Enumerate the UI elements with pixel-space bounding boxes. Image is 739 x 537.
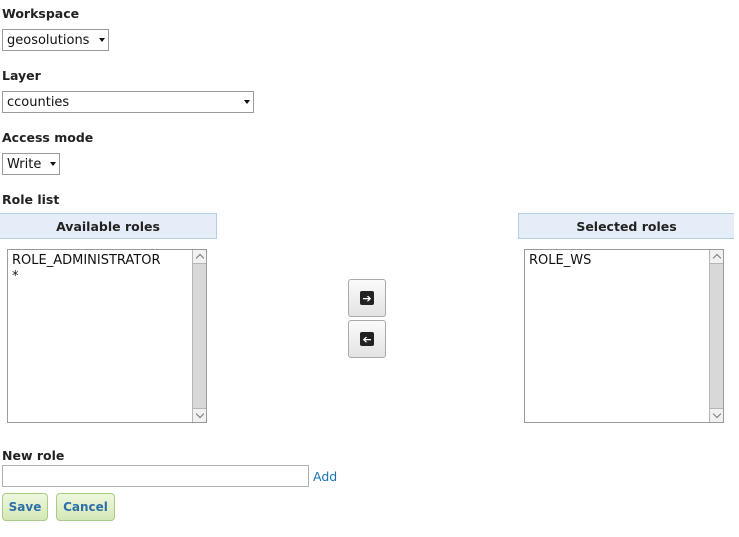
list-item[interactable]: * [12, 269, 161, 285]
arrow-left-icon: ➔ [360, 332, 374, 346]
add-selected-role-button[interactable]: ➔ [348, 279, 386, 317]
new-role-input[interactable] [2, 465, 309, 487]
selected-roles-items: ROLE_WS [529, 253, 591, 269]
access-mode-select-value: Write [7, 156, 42, 172]
chevron-up-icon [195, 253, 204, 263]
workspace-select-value: geosolutions [7, 32, 90, 48]
selected-roles-header: Selected roles [518, 213, 734, 239]
chevron-down-icon [99, 38, 105, 42]
available-roles-list[interactable]: ROLE_ADMINISTRATOR * [7, 249, 207, 423]
available-roles-items: ROLE_ADMINISTRATOR * [12, 253, 161, 285]
scroll-down-button[interactable] [710, 408, 723, 422]
layer-select-value: ccounties [7, 94, 70, 110]
selected-roles-list[interactable]: ROLE_WS [524, 249, 724, 423]
new-role-label: New role [2, 448, 65, 463]
list-item[interactable]: ROLE_WS [529, 253, 591, 269]
scroll-up-button[interactable] [710, 250, 723, 264]
chevron-down-icon [244, 100, 250, 104]
available-roles-header: Available roles [0, 213, 217, 239]
chevron-down-icon [50, 162, 56, 166]
access-mode-select[interactable]: Write [2, 153, 60, 175]
workspace-select[interactable]: geosolutions [2, 29, 109, 51]
remove-selected-role-button[interactable]: ➔ [348, 320, 386, 358]
chevron-down-icon [195, 409, 204, 419]
cancel-button[interactable]: Cancel [56, 493, 115, 521]
list-item[interactable]: ROLE_ADMINISTRATOR [12, 253, 161, 269]
role-list-label: Role list [2, 192, 60, 207]
save-button[interactable]: Save [2, 493, 48, 521]
workspace-label: Workspace [2, 6, 80, 21]
scroll-down-button[interactable] [193, 408, 206, 422]
access-mode-label: Access mode [2, 130, 94, 145]
chevron-down-icon [712, 409, 721, 419]
scroll-up-button[interactable] [193, 250, 206, 264]
arrow-right-icon: ➔ [360, 291, 374, 305]
add-role-link[interactable]: Add [313, 469, 337, 484]
chevron-up-icon [712, 253, 721, 263]
available-roles-scrollbar[interactable] [192, 250, 206, 422]
selected-roles-scrollbar[interactable] [709, 250, 723, 422]
layer-select[interactable]: ccounties [2, 91, 254, 113]
layer-label: Layer [2, 68, 41, 83]
